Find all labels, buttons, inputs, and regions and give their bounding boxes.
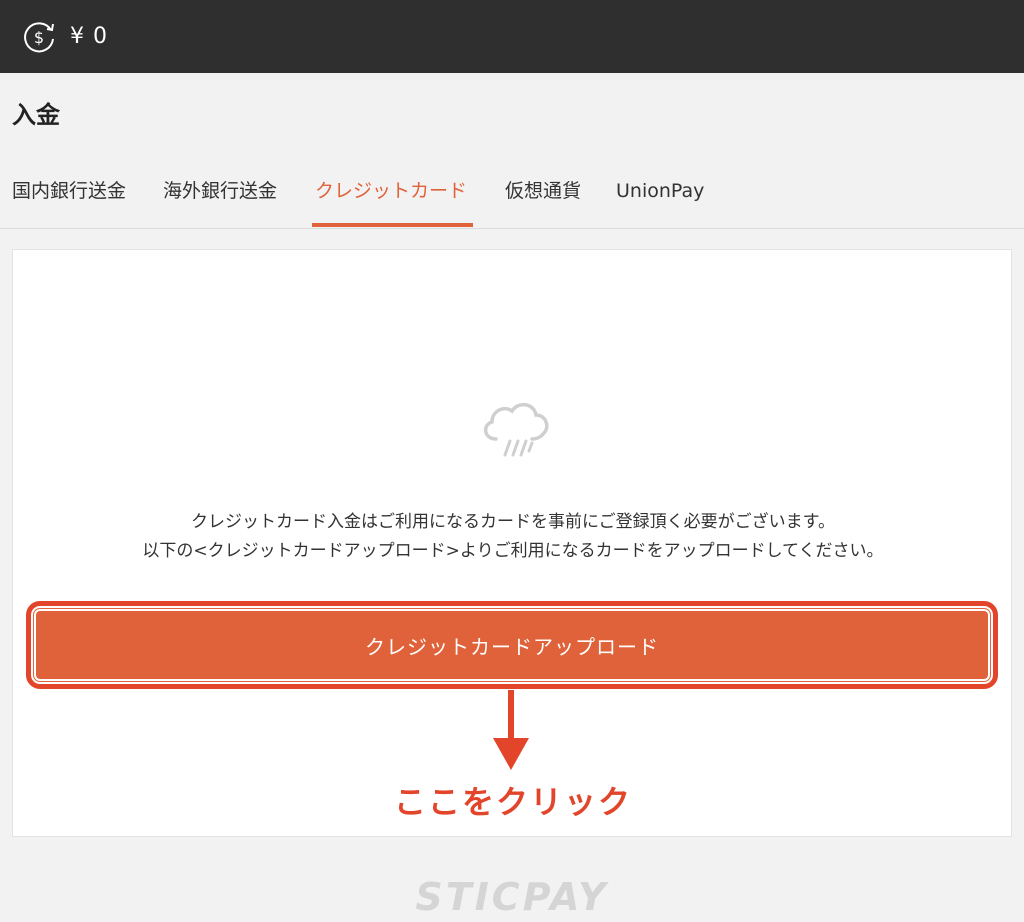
sticpay-logo: STICPAY xyxy=(415,875,609,919)
currency-refresh-icon[interactable]: $ xyxy=(22,20,56,54)
tab-overseas-bank[interactable]: 海外銀行送金 xyxy=(163,176,277,206)
click-here-annotation: ここをクリック xyxy=(393,783,632,821)
balance-amount: ¥ 0 xyxy=(70,24,108,49)
top-bar: $ ¥ 0 xyxy=(0,0,1024,73)
tab-credit-card[interactable]: クレジットカード xyxy=(315,176,467,206)
page-title: 入金 xyxy=(12,101,60,129)
tab-unionpay[interactable]: UnionPay xyxy=(616,176,704,206)
info-message-line2: 以下の<クレジットカードアップロード>よりご利用になるカードをアップロードしてく… xyxy=(142,541,884,561)
active-tab-indicator xyxy=(312,223,473,227)
info-message-line1: クレジットカード入金はご利用になるカードを事前にご登録頂く必要がございます。 xyxy=(191,512,835,532)
tab-crypto[interactable]: 仮想通貨 xyxy=(505,176,581,206)
deposit-tabs: 国内銀行送金 海外銀行送金 クレジットカード 仮想通貨 UnionPay xyxy=(0,160,1024,229)
credit-card-panel: クレジットカード入金はご利用になるカードを事前にご登録頂く必要がございます。 以… xyxy=(12,249,1012,837)
arrow-down-icon xyxy=(493,690,529,770)
svg-text:$: $ xyxy=(34,28,44,47)
cloud-rain-icon xyxy=(483,402,549,457)
credit-card-upload-button[interactable]: クレジットカードアップロード xyxy=(34,609,990,681)
tab-domestic-bank[interactable]: 国内銀行送金 xyxy=(12,176,126,206)
